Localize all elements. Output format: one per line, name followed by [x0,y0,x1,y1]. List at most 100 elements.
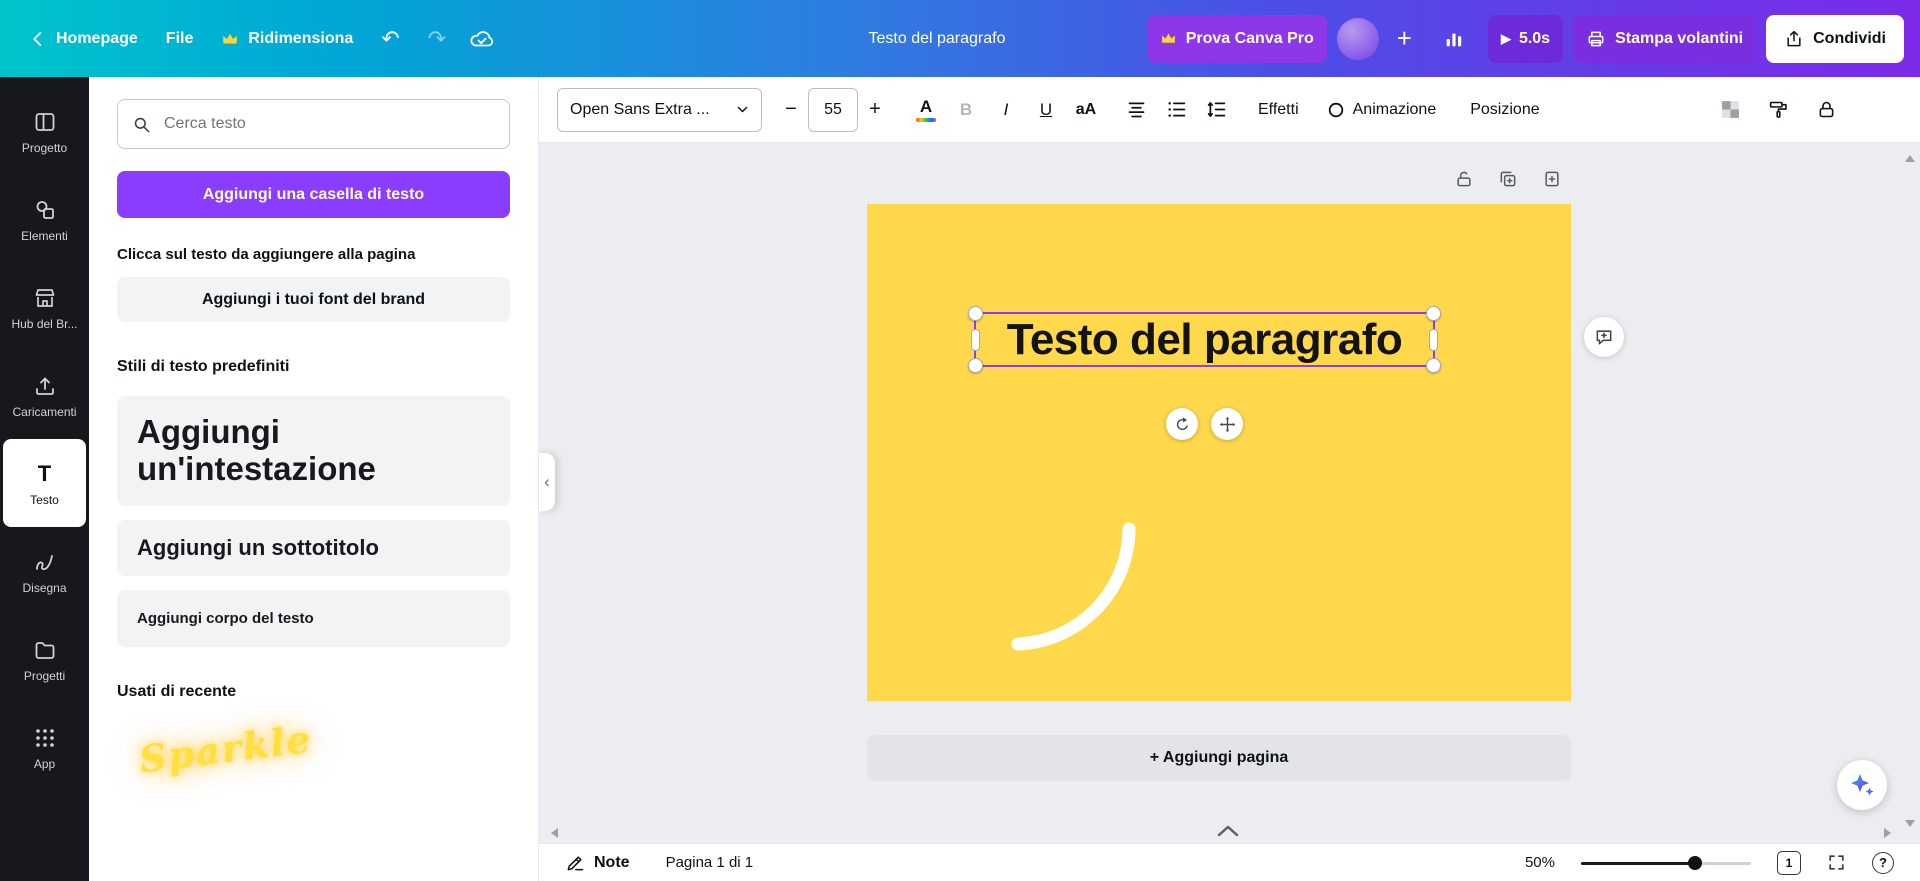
ai-assistant-button[interactable] [1837,760,1887,810]
present-duration-button[interactable]: ▶ 5.0s [1488,15,1563,63]
text-icon: T [32,461,58,487]
page-grid-view-button[interactable]: 1 [1777,851,1801,875]
page-actions [1454,169,1562,194]
italic-button[interactable]: I [986,88,1026,132]
selection-handle-ne[interactable] [1426,306,1441,321]
add-textbox-button[interactable]: Aggiungi una casella di testo [117,171,510,218]
duplicate-page-icon[interactable] [1498,169,1518,194]
rainbow-bar-icon [916,118,936,122]
add-member-button[interactable]: + [1389,15,1420,63]
bold-icon: B [960,100,972,120]
add-page-button[interactable]: + Aggiungi pagina [867,735,1571,781]
zoom-slider[interactable] [1581,856,1751,870]
rotate-icon [1174,416,1191,433]
transparency-button[interactable] [1710,88,1750,132]
recent-text-style-sparkle[interactable]: Sparkle [137,717,314,782]
notes-button[interactable]: Note [565,853,630,873]
paint-roller-icon [1768,99,1789,120]
share-button[interactable]: Condividi [1766,15,1904,63]
font-size-decrease-button[interactable]: − [774,88,808,132]
help-button[interactable]: ? [1872,852,1894,874]
sidebar-item-projects[interactable]: Progetti [3,615,86,703]
sidebar-item-text[interactable]: T Testo [3,439,86,527]
white-arc-element[interactable] [867,204,1571,701]
style-card-body[interactable]: Aggiungi corpo del testo [117,590,510,647]
effects-button[interactable]: Effetti [1244,88,1313,132]
text-color-a-icon: A [920,98,932,115]
selection-handle-sw[interactable] [968,358,983,373]
animate-button[interactable]: Animazione [1313,88,1451,132]
sidebar-item-apps[interactable]: App [3,703,86,791]
canva-pro-button[interactable]: Prova Canva Pro [1147,15,1327,63]
selection-handle-east[interactable] [1429,329,1438,351]
add-comment-button[interactable] [1584,317,1624,357]
underline-button[interactable]: U [1026,88,1066,132]
style-card-subtitle[interactable]: Aggiungi un sottotitolo [117,520,510,576]
position-button[interactable]: Posizione [1456,88,1553,132]
sidebar-item-draw[interactable]: Disegna [3,527,86,615]
print-label: Stampa volantini [1615,30,1743,48]
alignment-button[interactable] [1116,88,1156,132]
font-size-value[interactable]: 55 [808,88,858,132]
avatar[interactable] [1337,18,1379,60]
resize-button[interactable]: Ridimensiona [208,15,366,63]
pencil-icon [565,853,585,873]
style-card-heading[interactable]: Aggiungi un'intestazione [117,396,510,506]
sidebar-item-design[interactable]: Progetto [3,87,86,175]
brand-hub-icon [32,285,58,311]
share-label: Condividi [1813,30,1886,48]
scrollbar-right-arrow[interactable] [1884,828,1896,838]
print-flyers-button[interactable]: Stampa volantini [1573,15,1756,63]
font-name-label: Open Sans Extra ... [570,101,710,119]
insights-button[interactable] [1430,15,1478,63]
brand-fonts-button[interactable]: Aggiungi i tuoi font del brand [117,277,510,322]
share-icon [1784,29,1804,49]
sidebar-item-brand-hub[interactable]: Hub del Br... [3,263,86,351]
text-color-button[interactable]: A [906,88,946,132]
plus-icon: + [1397,23,1412,54]
file-menu-button[interactable]: File [153,15,207,63]
rotate-button[interactable] [1166,408,1198,440]
resize-label: Ridimensiona [248,30,353,48]
sidebar-item-elements[interactable]: Elementi [3,175,86,263]
scrollbar-down-arrow[interactable] [1905,820,1915,832]
unlock-page-icon[interactable] [1454,169,1474,194]
collapse-bottom-bar-button[interactable] [1216,824,1240,838]
fullscreen-icon [1827,853,1846,872]
lock-button[interactable] [1806,88,1846,132]
copy-style-button[interactable] [1758,88,1798,132]
lock-icon [1816,99,1837,120]
statusbar-right-group: 50% 1 ? [1525,851,1894,875]
font-size-increase-button[interactable]: + [858,88,892,132]
zoom-slider-knob[interactable] [1688,856,1702,870]
font-family-select[interactable]: Open Sans Extra ... [557,88,762,132]
bullet-list-icon [1166,99,1187,120]
page-info: Pagina 1 di 1 [666,854,754,871]
search-input[interactable] [162,114,495,134]
paragraph-text[interactable]: Testo del paragrafo [1007,318,1403,362]
search-box[interactable] [117,99,510,149]
text-element-selection[interactable]: Testo del paragrafo [974,312,1435,367]
homepage-button[interactable]: Homepage [16,15,151,63]
redo-button[interactable]: ↷ [415,15,459,63]
add-page-icon[interactable] [1542,169,1562,194]
zoom-slider-fill [1581,862,1695,865]
design-page[interactable] [867,204,1571,701]
sidebar-item-uploads[interactable]: Caricamenti [3,351,86,439]
move-button[interactable] [1211,408,1243,440]
spacing-button[interactable] [1196,88,1236,132]
panel-collapse-button[interactable]: ‹ [539,453,555,511]
text-case-button[interactable]: aA [1066,88,1106,132]
fullscreen-button[interactable] [1827,853,1846,872]
selection-handle-west[interactable] [971,329,980,351]
document-title[interactable]: Testo del paragrafo [869,0,1006,77]
scrollbar-left-arrow[interactable] [546,828,558,838]
text-case-icon: aA [1076,101,1096,119]
undo-button[interactable]: ↶ [368,15,412,63]
scrollbar-up-arrow[interactable] [1905,150,1915,162]
sidebar-label: Progetti [24,670,65,682]
list-button[interactable] [1156,88,1196,132]
selection-handle-nw[interactable] [968,306,983,321]
bold-button[interactable]: B [946,88,986,132]
selection-handle-se[interactable] [1426,358,1441,373]
